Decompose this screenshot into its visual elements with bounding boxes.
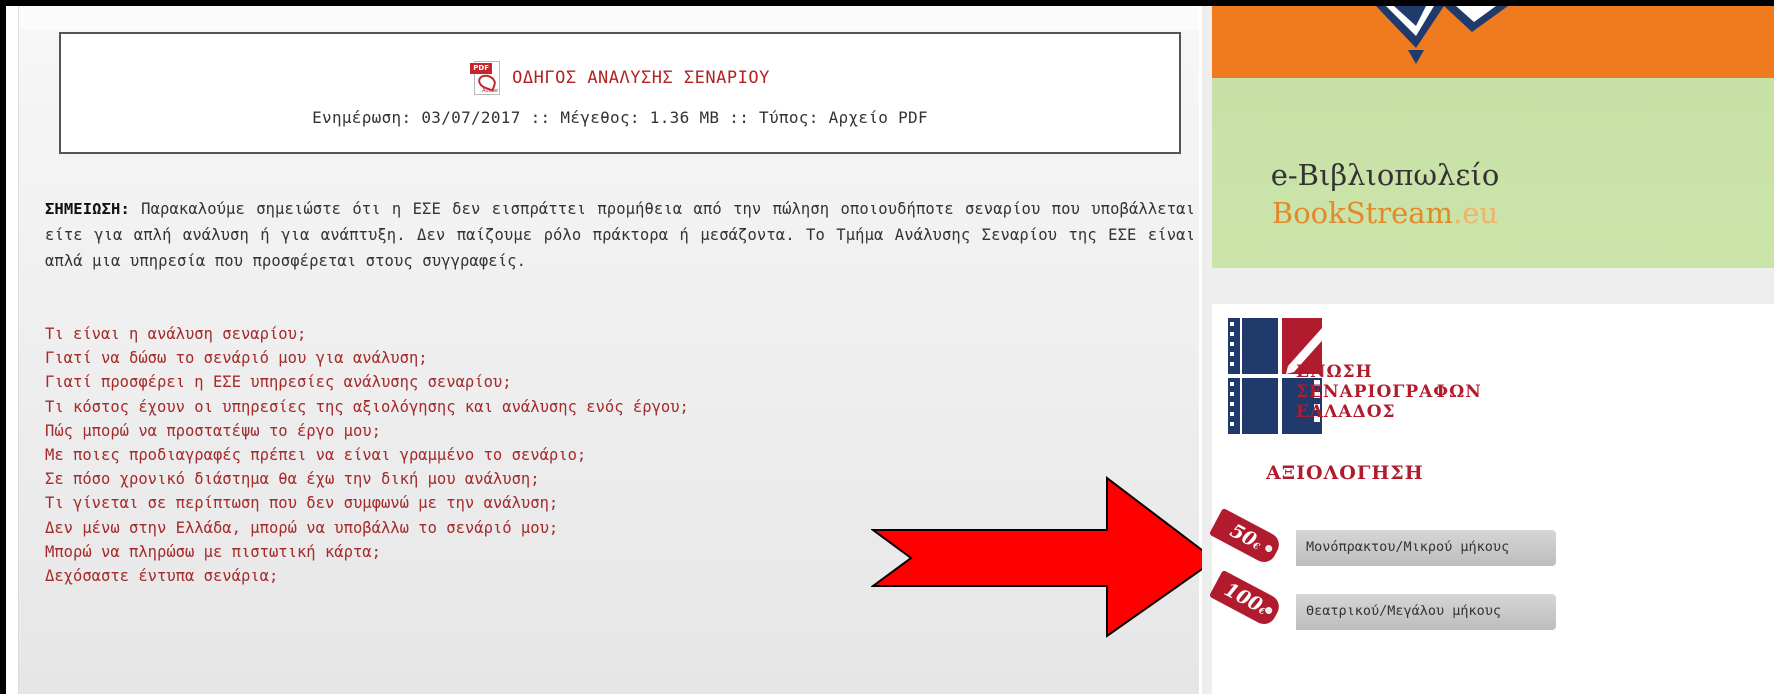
download-title-link[interactable]: ΟΔΗΓΟΣ ΑΝΑΛΥΣΗΣ ΣΕΝΑΡΙΟΥ [512, 68, 770, 88]
faq-link[interactable]: Με ποιες προδιαγραφές πρέπει να είναι γρ… [45, 443, 689, 467]
faq-link[interactable]: Μπορώ να πληρώσω με πιστωτική κάρτα; [45, 540, 689, 564]
page-frame: PDF Adobe ΟΔΗΓΟΣ ΑΝΑΛΥΣΗΣ ΣΕΝΑΡΙΟΥ Ενημέ… [6, 6, 1774, 694]
evaluation-title: ΑΞΙΟΛΟΓΗΣΗ [1266, 462, 1424, 484]
faq-link[interactable]: Δεν μένω στην Ελλάδα, μπορώ να υποβάλλω … [45, 516, 689, 540]
ese-name-line: ΕΛΛΑΔΟΣ [1296, 402, 1396, 422]
ese-name-line: ΣΕΝΑΡΙΟΓΡΑΦΩΝ [1296, 382, 1482, 402]
faq-link[interactable]: Τι κόστος έχουν οι υπηρεσίες της αξιολόγ… [45, 395, 689, 419]
price-option-label: Μονόπρακτου/Μικρού μήκους [1306, 539, 1510, 555]
price-option-short[interactable]: Μονόπρακτου/Μικρού μήκους [1296, 530, 1556, 566]
ese-name: ΕΝΩΣΗ ΣΕΝΑΡΙΟΓΡΑΦΩΝ ΕΛΛΑΔΟΣ [1296, 362, 1536, 422]
bookstore-title: e-Βιβλιοπωλείο [1270, 158, 1500, 192]
pdf-icon-brand: Adobe [482, 88, 498, 94]
download-box: PDF Adobe ΟΔΗΓΟΣ ΑΝΑΛΥΣΗΣ ΣΕΝΑΡΙΟΥ Ενημέ… [59, 32, 1181, 154]
pdf-icon[interactable]: PDF Adobe [470, 59, 502, 97]
note-text: Παρακαλούμε σημειώστε ότι η ΕΣΕ δεν εισπ… [45, 200, 1195, 270]
bookstore-brand-main: BookStream [1271, 196, 1454, 230]
faq-link[interactable]: Δεχόσαστε έντυπα σενάρια; [45, 564, 689, 588]
note-label: ΣΗΜΕΙΩΣΗ: [45, 200, 130, 218]
download-meta: Ενημέρωση: 03/07/2017 :: Μέγεθος: 1.36 M… [312, 108, 928, 127]
pdf-icon-tag: PDF [470, 63, 493, 74]
faq-link[interactable]: Τι είναι η ανάλυση σεναρίου; [45, 322, 689, 346]
ese-evaluation-panel: ΕΝΩΣΗ ΣΕΝΑΡΙΟΓΡΑΦΩΝ ΕΛΛΑΔΟΣ ΑΞΙΟΛΟΓΗΣΗ Μ… [1208, 304, 1774, 694]
price-option-label: Θεατρικού/Μεγάλου μήκους [1306, 603, 1502, 619]
ese-name-line: ΕΝΩΣΗ [1296, 362, 1373, 382]
red-arrow-annotation [871, 475, 1217, 638]
book-logo-icon [1376, 6, 1508, 64]
price-tag-100: 100€ [1208, 569, 1284, 629]
faq-link[interactable]: Πώς μπορώ να προστατέψω το έργο μου; [45, 419, 689, 443]
bookstore-brand-tld: .eu [1453, 196, 1499, 230]
faq-link[interactable]: Τι γίνεται σε περίπτωση που δεν συμφωνώ … [45, 491, 689, 515]
note-paragraph: ΣΗΜΕΙΩΣΗ: Παρακαλούμε σημειώστε ότι η ΕΣ… [45, 196, 1195, 274]
price-option-long[interactable]: Θεατρικού/Μεγάλου μήκους [1296, 594, 1556, 630]
faq-link[interactable]: Γιατί να δώσω το σενάριό μου για ανάλυση… [45, 346, 689, 370]
bookstore-brand: BookStream.eu [1212, 196, 1558, 230]
faq-link[interactable]: Σε πόσο χρονικό διάστημα θα έχω την δική… [45, 467, 689, 491]
download-title-row: PDF Adobe ΟΔΗΓΟΣ ΑΝΑΛΥΣΗΣ ΣΕΝΑΡΙΟΥ [61, 58, 1179, 98]
bookstream-banner[interactable]: e-Βιβλιοπωλείο BookStream.eu [1212, 6, 1774, 268]
faq-list: Τι είναι η ανάλυση σεναρίου; Γιατί να δώ… [45, 322, 689, 588]
main-content: PDF Adobe ΟΔΗΓΟΣ ΑΝΑΛΥΣΗΣ ΣΕΝΑΡΙΟΥ Ενημέ… [18, 6, 1217, 694]
faq-link[interactable]: Γιατί προσφέρει η ΕΣΕ υπηρεσίες ανάλυσης… [45, 370, 689, 394]
price-tag-50: 50€ [1208, 507, 1284, 567]
